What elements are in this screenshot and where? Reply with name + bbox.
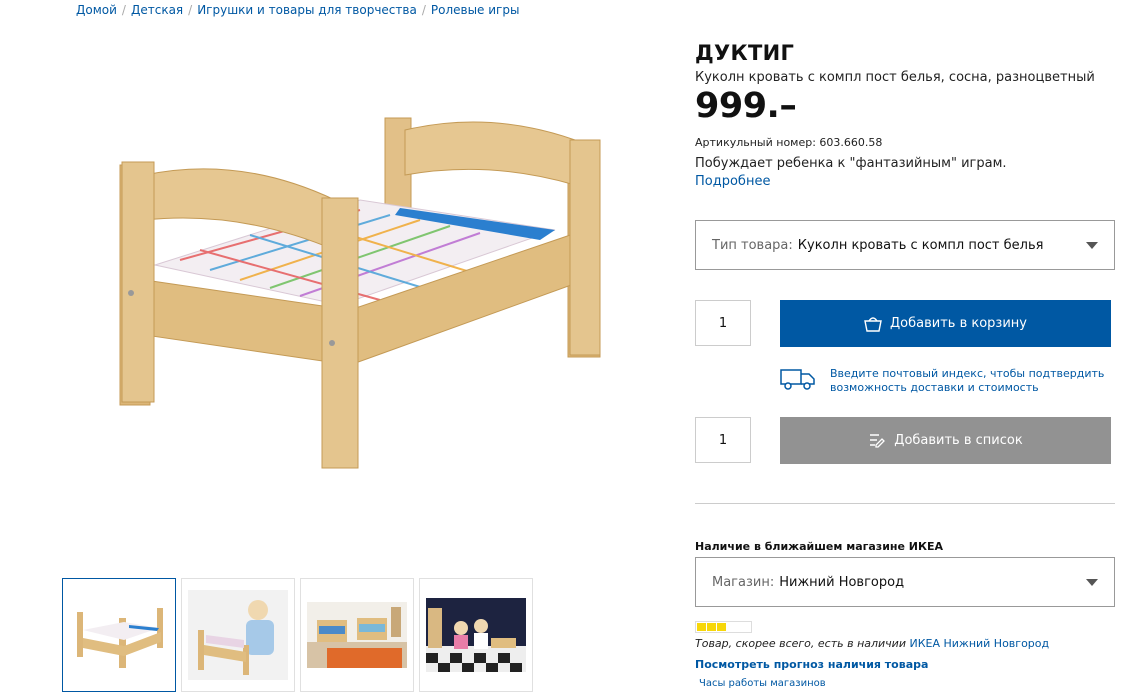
- chevron-down-icon: [1086, 579, 1098, 586]
- store-link[interactable]: ИКЕА Нижний Новгород: [909, 637, 1049, 650]
- breadcrumb-separator: /: [121, 3, 126, 17]
- breadcrumb-kids[interactable]: Детская: [131, 3, 183, 17]
- cart-quantity-input[interactable]: [695, 300, 751, 346]
- add-to-cart-button[interactable]: Добавить в корзину: [780, 300, 1111, 347]
- thumbnail-kids-room[interactable]: [419, 578, 533, 692]
- product-type-select[interactable]: Тип товара: Куколн кровать с компл пост …: [695, 220, 1115, 270]
- thumbnail-child-playing[interactable]: [181, 578, 295, 692]
- breadcrumb: Домой / Детская / Игрушки и товары для творч…: [76, 3, 519, 17]
- stock-segment: [697, 623, 706, 631]
- section-divider: [695, 503, 1115, 504]
- thumbnail-strip: [62, 578, 538, 692]
- stock-segment: [717, 623, 726, 631]
- store-select[interactable]: Магазин: Нижний Новгород: [695, 557, 1115, 607]
- store-label: Магазин:: [712, 574, 775, 590]
- truck-icon: [780, 369, 815, 390]
- stock-segment: [707, 623, 716, 631]
- product-summary: Побуждает ребенка к "фантазийным" играм.: [695, 156, 1007, 171]
- availability-forecast-link[interactable]: Посмотреть прогноз наличия товара: [695, 658, 928, 671]
- article-number: Артикульный номер: 603.660.58: [695, 136, 883, 149]
- list-add-icon: [870, 433, 886, 448]
- add-to-cart-label: Добавить в корзину: [890, 316, 1027, 331]
- chevron-down-icon: [1086, 242, 1098, 249]
- product-description: Куколн кровать с компл пост белья, сосна…: [695, 70, 1095, 85]
- breadcrumb-toys[interactable]: Игрушки и товары для творчества: [197, 3, 417, 17]
- add-to-list-button[interactable]: Добавить в список: [780, 417, 1111, 464]
- stock-level-indicator: [695, 621, 752, 633]
- list-quantity-input[interactable]: [695, 417, 751, 463]
- thumbnail-beds-room[interactable]: [300, 578, 414, 692]
- basket-icon: [864, 316, 882, 332]
- product-type-label: Тип товара:: [712, 237, 793, 253]
- stock-status: Товар, скорее всего, есть в наличии ИКЕА…: [695, 637, 1049, 650]
- breadcrumb-role-play[interactable]: Ролевые игры: [431, 3, 520, 17]
- breadcrumb-separator: /: [421, 3, 426, 17]
- availability-title: Наличие в ближайшем магазине ИКЕА: [695, 540, 944, 553]
- store-value: Нижний Новгород: [779, 574, 905, 590]
- more-details-link[interactable]: Подробнее: [695, 174, 770, 189]
- breadcrumb-home[interactable]: Домой: [76, 3, 117, 17]
- delivery-info[interactable]: Введите почтовый индекс, чтобы подтверди…: [780, 367, 1110, 395]
- stock-status-text: Товар, скорее всего, есть в наличии: [695, 637, 906, 650]
- product-main-image[interactable]: [100, 100, 620, 490]
- delivery-text: Введите почтовый индекс, чтобы подтверди…: [830, 367, 1105, 394]
- breadcrumb-separator: /: [188, 3, 193, 17]
- thumbnail-bed[interactable]: [62, 578, 176, 692]
- product-title: ДУКТИГ: [695, 41, 795, 65]
- product-type-value: Куколн кровать с компл пост белья: [797, 237, 1044, 253]
- store-hours-link[interactable]: Часы работы магазинов: [699, 678, 826, 689]
- add-to-list-label: Добавить в список: [894, 433, 1023, 448]
- product-price: 999.–: [695, 86, 797, 126]
